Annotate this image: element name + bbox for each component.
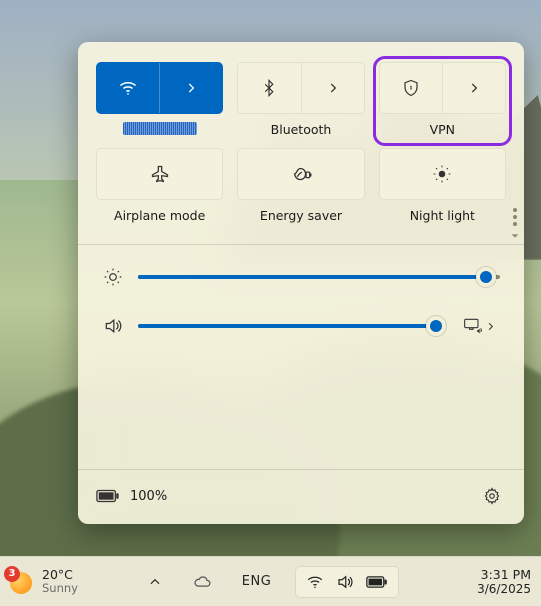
battery-icon — [366, 575, 388, 589]
vpn-expand[interactable] — [443, 63, 505, 113]
vpn-tile[interactable] — [379, 62, 506, 114]
clock-button[interactable]: 3:31 PM 3/6/2025 — [477, 567, 531, 596]
bluetooth-toggle[interactable] — [238, 63, 301, 113]
night-light-tile[interactable] — [379, 148, 506, 200]
notification-badge: 3 — [4, 566, 20, 582]
wifi-icon — [118, 78, 138, 98]
chevron-right-icon — [467, 81, 481, 95]
vpn-label: VPN — [430, 122, 455, 140]
wifi-expand[interactable] — [160, 63, 222, 113]
bluetooth-tile[interactable] — [237, 62, 364, 114]
wifi-tile[interactable] — [96, 62, 223, 114]
chevron-right-icon — [326, 81, 340, 95]
brightness-slider[interactable] — [138, 267, 500, 287]
weather-temp: 20°C — [42, 568, 78, 582]
chevron-right-icon — [485, 321, 496, 332]
quick-settings-panel: Bluetooth VPN Airplane mode — [78, 42, 524, 524]
settings-button[interactable] — [478, 482, 506, 510]
nightlight-label: Night light — [410, 208, 475, 226]
chevron-down-icon — [510, 231, 520, 241]
brightness-icon — [102, 267, 124, 287]
chevron-right-icon — [184, 81, 198, 95]
cloud-icon — [192, 575, 212, 589]
bluetooth-expand[interactable] — [302, 63, 364, 113]
chevron-up-icon — [148, 575, 162, 589]
wifi-label — [123, 122, 197, 135]
page-indicator[interactable] — [510, 208, 520, 241]
wifi-icon — [306, 573, 324, 591]
audio-device-icon — [463, 317, 483, 335]
clock-date: 3/6/2025 — [477, 582, 531, 596]
wifi-toggle[interactable] — [97, 63, 160, 113]
language-button[interactable]: ENG — [236, 570, 278, 593]
volume-slider[interactable] — [138, 316, 445, 336]
bluetooth-icon — [260, 79, 278, 97]
taskbar: 3 20°C Sunny ENG 3:31 PM 3/6/2025 — [0, 556, 541, 606]
battery-icon — [96, 488, 120, 504]
airplane-mode-tile[interactable] — [96, 148, 223, 200]
gear-icon — [483, 487, 501, 505]
volume-icon — [102, 316, 124, 336]
leaf-battery-icon — [290, 164, 312, 184]
night-light-icon — [432, 164, 452, 184]
weather-condition: Sunny — [42, 582, 78, 595]
battery-status[interactable]: 100% — [96, 488, 167, 504]
vpn-tile-highlighted: VPN — [379, 62, 506, 140]
energy-label: Energy saver — [260, 208, 342, 226]
battery-text: 100% — [130, 489, 167, 504]
airplane-label: Airplane mode — [114, 208, 205, 226]
airplane-icon — [150, 164, 170, 184]
energy-saver-tile[interactable] — [237, 148, 364, 200]
clock-time: 3:31 PM — [477, 567, 531, 582]
shield-icon — [402, 79, 420, 97]
audio-output-button[interactable] — [459, 313, 500, 339]
bluetooth-label: Bluetooth — [271, 122, 332, 140]
vpn-toggle[interactable] — [380, 63, 443, 113]
tray-overflow-button[interactable] — [142, 571, 168, 593]
onedrive-tray-icon[interactable] — [186, 571, 218, 593]
system-tray[interactable] — [295, 566, 399, 598]
weather-widget[interactable]: 3 20°C Sunny — [6, 568, 78, 596]
volume-icon — [336, 573, 354, 591]
